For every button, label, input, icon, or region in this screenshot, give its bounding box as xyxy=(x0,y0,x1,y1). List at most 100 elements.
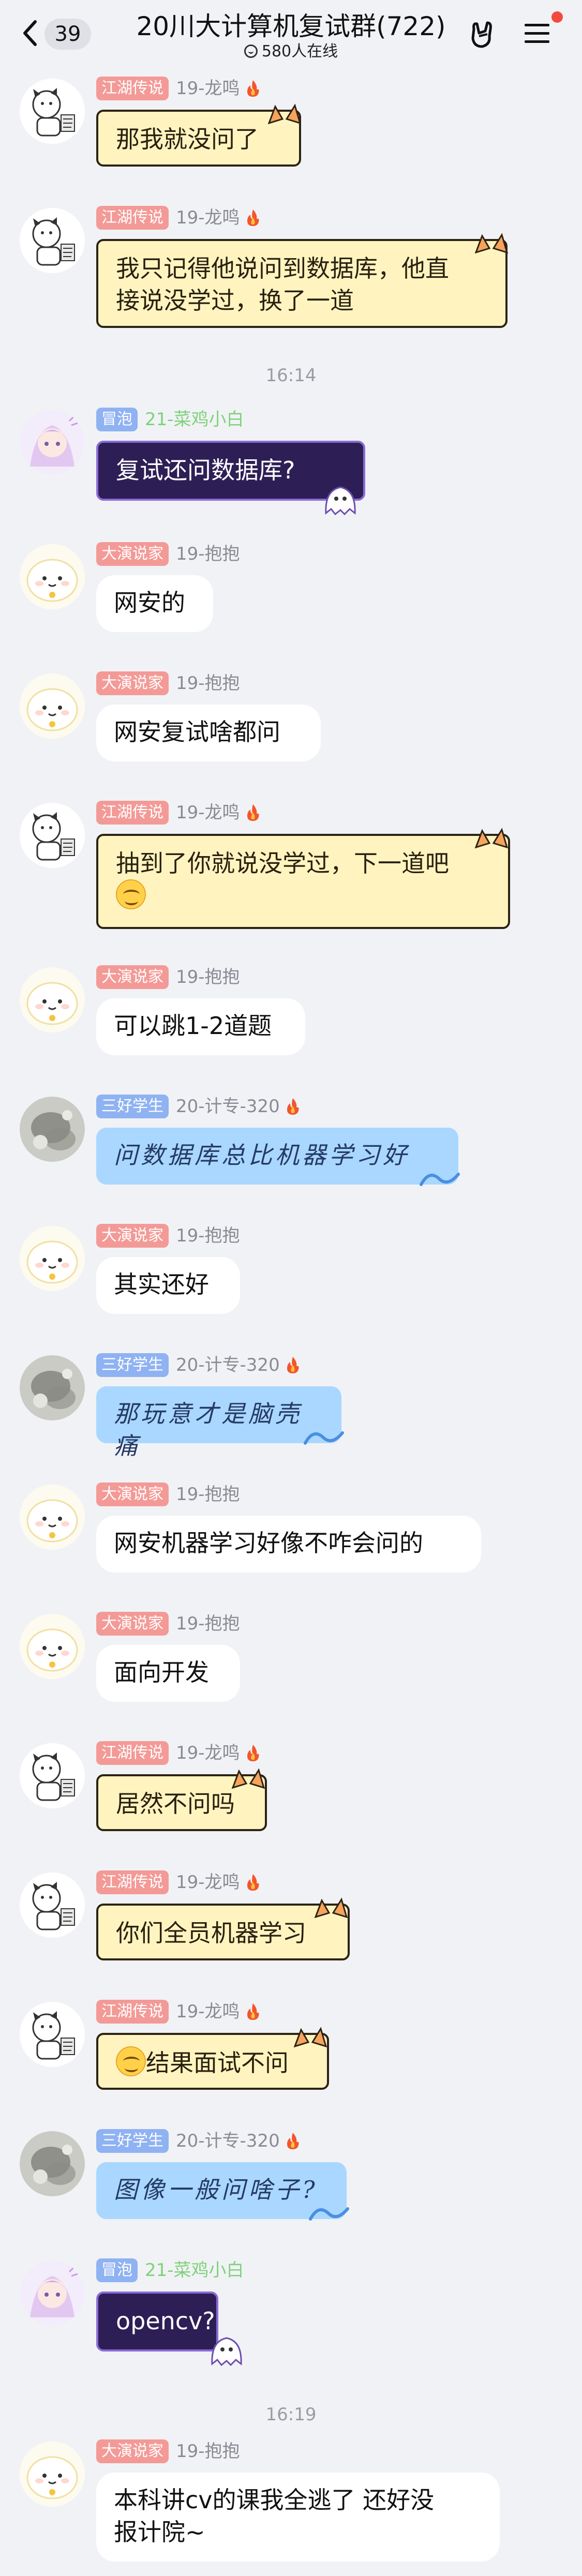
message-bubble[interactable]: 图像一般问啥子? xyxy=(96,2162,347,2219)
message-bubble[interactable]: 网安的 xyxy=(96,575,213,632)
message-bubble[interactable]: 其实还好 xyxy=(96,1257,240,1314)
user-avatar[interactable] xyxy=(20,1614,85,1679)
sender-meta: 大演说家 19-抱抱 xyxy=(96,1224,240,1250)
role-tag: 江湖传说 xyxy=(96,1741,169,1765)
sender-nickname[interactable]: 19-龙鸣 xyxy=(176,206,240,230)
fire-icon xyxy=(245,1873,261,1892)
role-tag: 大演说家 xyxy=(96,1224,169,1248)
sender-meta: 三好学生 20-计专-320 xyxy=(96,2129,301,2155)
chat-header: 39 20川大计算机复试群(722) 580人在线 xyxy=(0,0,582,67)
fire-icon xyxy=(245,803,261,822)
online-status-icon xyxy=(244,44,258,58)
user-avatar[interactable] xyxy=(20,1485,85,1550)
role-tag: 三好学生 xyxy=(96,1353,169,1377)
user-avatar[interactable] xyxy=(20,803,85,868)
user-avatar[interactable] xyxy=(20,410,85,475)
sender-nickname[interactable]: 20-计专-320 xyxy=(176,1353,280,1377)
sender-nickname[interactable]: 19-抱抱 xyxy=(176,2439,240,2463)
user-avatar[interactable] xyxy=(20,1743,85,1808)
sender-nickname[interactable]: 19-抱抱 xyxy=(176,1612,240,1636)
back-arrow-icon[interactable] xyxy=(20,18,40,49)
message-bubble[interactable]: 你们全员机器学习 xyxy=(96,1904,350,1960)
role-tag: 冒泡 xyxy=(96,408,138,431)
sender-nickname[interactable]: 20-计专-320 xyxy=(176,1095,280,1118)
message-bubble[interactable]: 居然不问吗 xyxy=(96,1774,267,1831)
user-avatar[interactable] xyxy=(20,1226,85,1291)
role-tag: 大演说家 xyxy=(96,671,169,695)
user-avatar[interactable] xyxy=(20,544,85,609)
user-avatar[interactable] xyxy=(20,1355,85,1420)
smile-emoji-icon xyxy=(116,2046,146,2076)
sender-meta: 大演说家 19-抱抱 xyxy=(96,2439,240,2465)
role-tag: 三好学生 xyxy=(96,2129,169,2153)
sender-nickname[interactable]: 19-抱抱 xyxy=(176,1224,240,1248)
message-bubble[interactable]: 本科讲cv的课我全逃了 还好没 报计院~ xyxy=(96,2473,500,2562)
user-avatar[interactable] xyxy=(20,79,85,144)
role-tag: 大演说家 xyxy=(96,1482,169,1506)
message-bubble[interactable]: 面向开发 xyxy=(96,1645,240,1702)
message-bubble[interactable]: 问数据库总比机器学习好 xyxy=(96,1128,458,1185)
group-title[interactable]: 20川大计算机复试群(722) xyxy=(114,9,468,43)
role-tag: 江湖传说 xyxy=(96,77,169,100)
user-avatar[interactable] xyxy=(20,1873,85,1938)
menu-icon[interactable] xyxy=(523,21,551,47)
message-bubble[interactable]: 那我就没问了 xyxy=(96,110,301,167)
user-avatar[interactable] xyxy=(20,2260,85,2326)
fire-icon xyxy=(245,208,261,227)
message-bubble[interactable]: 网安机器学习好像不咋会问的 xyxy=(96,1516,481,1572)
message-text: 结果面试不问 xyxy=(146,2049,289,2077)
sender-nickname[interactable]: 19-龙鸣 xyxy=(176,1870,240,1894)
role-tag: 江湖传说 xyxy=(96,1870,169,1894)
user-avatar[interactable] xyxy=(20,2442,85,2507)
fire-icon xyxy=(285,2132,301,2150)
message-bubble[interactable]: 抽到了你就说没学过，下一道吧 xyxy=(96,834,510,929)
sender-nickname[interactable]: 21-菜鸡小白 xyxy=(145,2258,244,2282)
sender-meta: 冒泡 21-菜鸡小白 xyxy=(96,408,244,433)
fire-icon xyxy=(245,1744,261,1762)
sender-meta: 大演说家 19-抱抱 xyxy=(96,671,240,697)
online-count-text: 580人在线 xyxy=(261,42,338,61)
message-bubble[interactable]: 复试还问数据库? xyxy=(96,441,365,501)
message-text: 抽到了你就说没学过，下一道吧 xyxy=(116,849,449,877)
role-tag: 江湖传说 xyxy=(96,206,169,230)
message-bubble[interactable]: 我只记得他说问到数据库，他直 接说没学过，换了一道 xyxy=(96,239,508,328)
sender-nickname[interactable]: 20-计专-320 xyxy=(176,2129,280,2153)
user-avatar[interactable] xyxy=(20,208,85,273)
sender-nickname[interactable]: 19-龙鸣 xyxy=(176,2000,240,2024)
role-tag: 江湖传说 xyxy=(96,801,169,825)
sender-nickname[interactable]: 19-抱抱 xyxy=(176,671,240,695)
role-tag: 三好学生 xyxy=(96,1095,169,1118)
sender-nickname[interactable]: 19-龙鸣 xyxy=(176,1741,240,1765)
sender-nickname[interactable]: 19-抱抱 xyxy=(176,965,240,989)
rock-hand-icon[interactable] xyxy=(467,19,498,50)
message-bubble[interactable]: opencv? xyxy=(96,2292,218,2352)
message-bubble[interactable]: 结果面试不问 xyxy=(96,2033,329,2090)
sender-nickname[interactable]: 19-抱抱 xyxy=(176,1482,240,1506)
notification-dot xyxy=(551,11,563,23)
user-avatar[interactable] xyxy=(20,967,85,1032)
fire-icon xyxy=(285,1097,301,1116)
sender-nickname[interactable]: 19-龙鸣 xyxy=(176,77,240,100)
sender-nickname[interactable]: 21-菜鸡小白 xyxy=(145,408,244,431)
fire-icon xyxy=(285,1356,301,1374)
user-avatar[interactable] xyxy=(20,673,85,739)
sender-meta: 江湖传说 19-龙鸣 xyxy=(96,801,261,827)
message-bubble[interactable]: 那玩意才是脑壳痛 xyxy=(96,1386,341,1460)
message-bubble[interactable]: 可以跳1-2道题 xyxy=(96,998,305,1055)
unread-count-badge[interactable]: 39 xyxy=(44,19,91,50)
role-tag: 大演说家 xyxy=(96,2439,169,2463)
sender-meta: 大演说家 19-抱抱 xyxy=(96,542,240,568)
online-count: 580人在线 xyxy=(114,41,468,62)
sender-meta: 江湖传说 19-龙鸣 xyxy=(96,77,261,102)
sender-meta: 江湖传说 19-龙鸣 xyxy=(96,1870,261,1896)
message-bubble[interactable]: 网安复试啥都问 xyxy=(96,705,321,761)
sender-meta: 三好学生 20-计专-320 xyxy=(96,1353,301,1379)
sender-nickname[interactable]: 19-龙鸣 xyxy=(176,801,240,825)
sender-meta: 江湖传说 19-龙鸣 xyxy=(96,2000,261,2026)
user-avatar[interactable] xyxy=(20,2131,85,2196)
sender-nickname[interactable]: 19-抱抱 xyxy=(176,542,240,566)
user-avatar[interactable] xyxy=(20,2002,85,2067)
sender-meta: 江湖传说 19-龙鸣 xyxy=(96,1741,261,1767)
role-tag: 江湖传说 xyxy=(96,2000,169,2024)
user-avatar[interactable] xyxy=(20,1097,85,1162)
